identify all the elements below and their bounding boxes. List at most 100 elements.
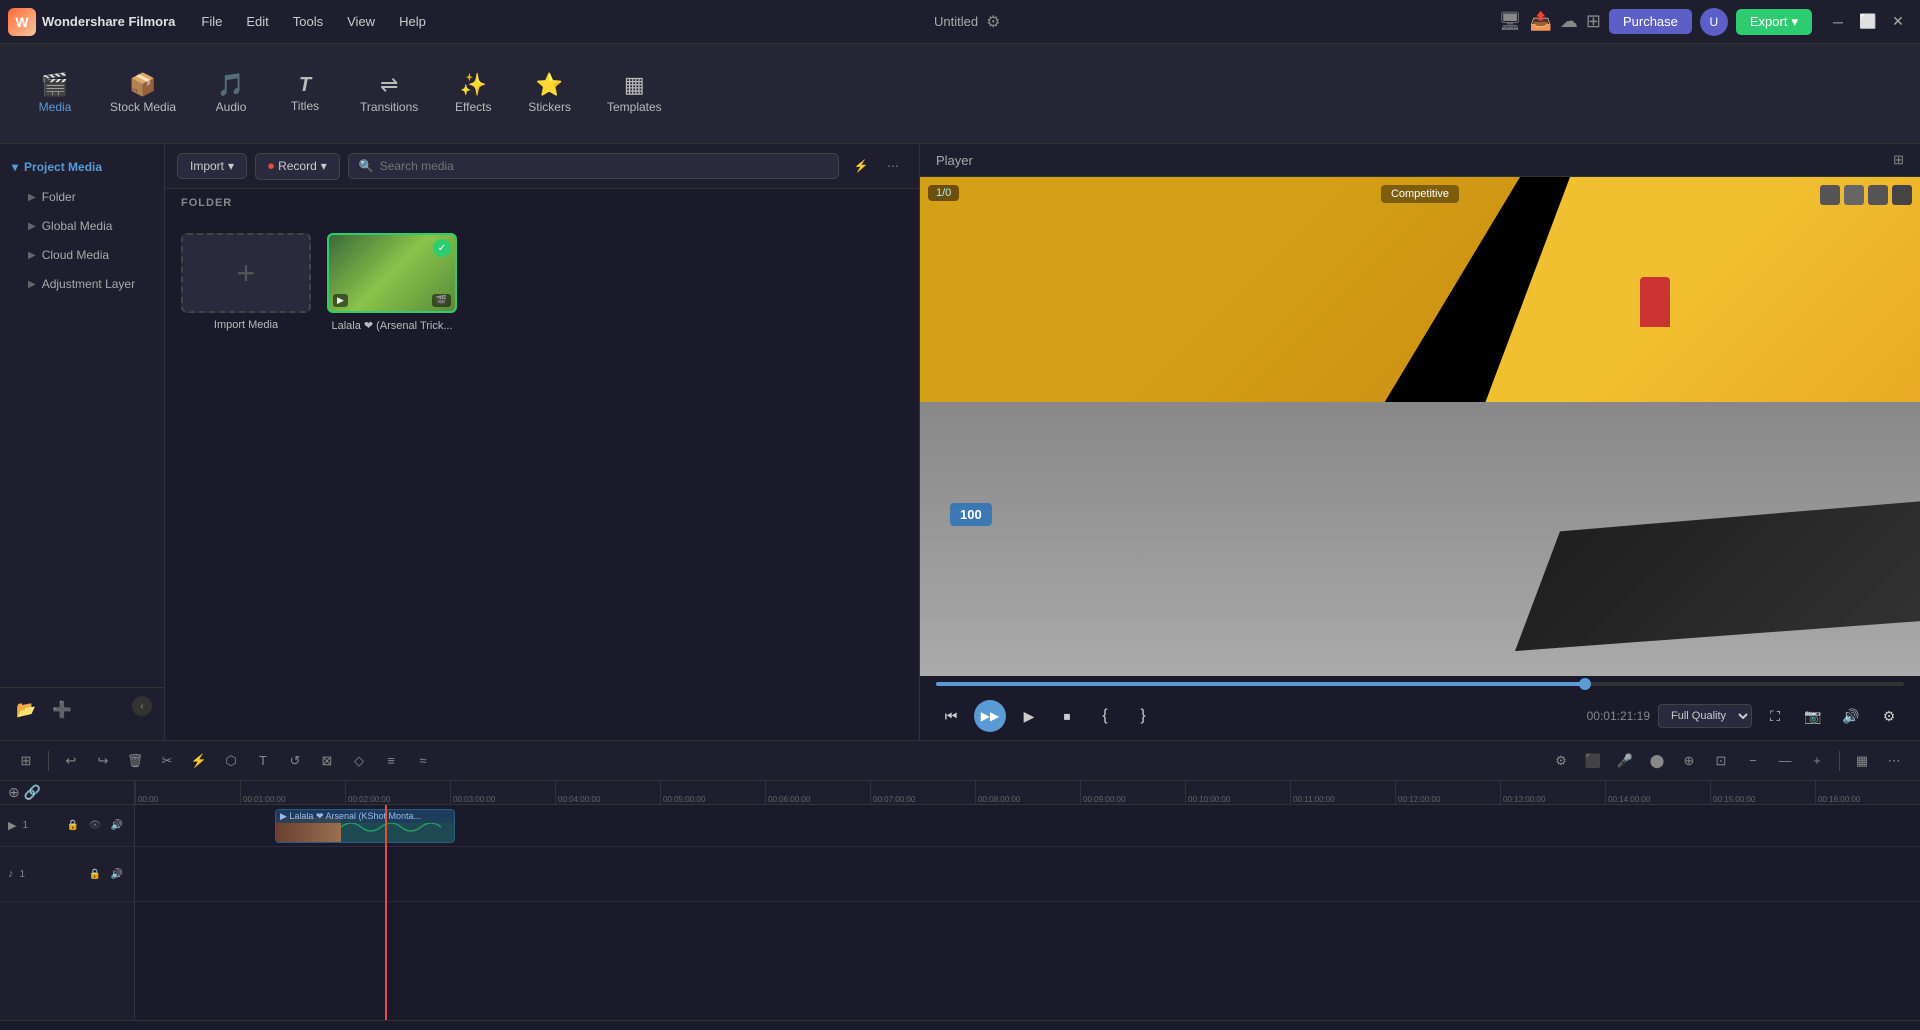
player-scrubber[interactable] — [936, 682, 1904, 686]
import-media-card[interactable]: + Import Media — [181, 233, 311, 332]
volume-button[interactable]: 🔊 — [1836, 701, 1866, 731]
menu-file[interactable]: File — [191, 10, 232, 33]
fullscreen-button[interactable]: ⛶ — [1760, 701, 1790, 731]
cut-button[interactable]: ✂ — [153, 747, 181, 775]
sidebar-item-folder[interactable]: ▶ Folder — [4, 183, 160, 211]
record-button[interactable]: ⏺ Record ▾ — [255, 153, 340, 180]
toolbar-divider-2 — [1839, 751, 1840, 771]
quality-select[interactable]: Full Quality 1/2 Quality 1/4 Quality — [1658, 704, 1752, 728]
ruler-mark-9: 00:09:00:00 — [1080, 781, 1185, 804]
player-panel: Player ⊞ 100 Competitive — [920, 144, 1920, 740]
toolbar-item-stock-media[interactable]: 📦 Stock Media — [94, 66, 192, 122]
color-button[interactable]: ≡ — [377, 747, 405, 775]
grid-icon[interactable]: ⊞ — [1586, 11, 1601, 32]
undo-button[interactable]: ↩ — [57, 747, 85, 775]
share-icon[interactable]: 📤 — [1529, 11, 1551, 32]
toolbar-item-stickers[interactable]: ⭐ Stickers — [512, 66, 587, 122]
menu-help[interactable]: Help — [389, 10, 436, 33]
play-pause-button[interactable]: ▶▶ — [974, 700, 1006, 732]
sidebar-item-adjustment-layer[interactable]: ▶ Adjustment Layer — [4, 270, 160, 298]
audio-track-number: 1 — [20, 869, 26, 880]
stop-button[interactable]: ⏹ — [1052, 701, 1082, 731]
track-1-eye-button[interactable]: 👁 — [86, 817, 104, 835]
sidebar-item-cloud-media[interactable]: ▶ Cloud Media — [4, 241, 160, 269]
player-timeline[interactable] — [920, 676, 1920, 692]
export-button[interactable]: Export ▾ — [1736, 9, 1812, 35]
minimize-button[interactable]: ─ — [1824, 8, 1852, 36]
crop-button[interactable]: ⬡ — [217, 747, 245, 775]
zoom-in-button[interactable]: + — [1803, 747, 1831, 775]
keyframe-button[interactable]: ≈ — [409, 747, 437, 775]
new-folder-button[interactable]: ➕ — [48, 696, 76, 724]
collapse-sidebar-button[interactable]: ‹ — [132, 696, 152, 716]
screenshot-button[interactable]: 📷 — [1798, 701, 1828, 731]
sidebar-header-project-media[interactable]: ▾ Project Media — [0, 152, 164, 182]
ruler-mark-16: 00:16:00:00 — [1815, 781, 1920, 804]
video-game-content: 100 Competitive 1/0 — [920, 177, 1920, 676]
monitor-icon[interactable]: 🖥 — [1499, 11, 1522, 32]
cloud-media-chevron-icon: ▶ — [28, 250, 36, 261]
sync-button[interactable]: ⬤ — [1643, 747, 1671, 775]
audio-track-1-row — [135, 847, 1920, 902]
audio-track-mute-button[interactable]: 🔊 — [108, 865, 126, 883]
ripple-button[interactable]: ⚡ — [185, 747, 213, 775]
toolbar-item-titles[interactable]: T Titles — [270, 67, 340, 121]
templates-icon: ▦ — [624, 74, 645, 96]
toolbar-item-media[interactable]: 🎬 Media — [20, 66, 90, 122]
timeline-scrollbar[interactable] — [0, 1020, 1920, 1030]
maximize-button[interactable]: ⬜ — [1854, 8, 1882, 36]
split-button[interactable]: ⊕ — [1675, 747, 1703, 775]
add-folder-button[interactable]: 📂 — [12, 696, 40, 724]
menu-edit[interactable]: Edit — [236, 10, 278, 33]
transform-button[interactable]: ⊠ — [313, 747, 341, 775]
video-card-1-label: Lalala ❤ (Arsenal Trick... — [331, 319, 452, 332]
player-expand-icon[interactable]: ⊞ — [1893, 152, 1904, 168]
video-duration-badge: 🎬 — [432, 294, 451, 307]
settings-button[interactable]: ⚙ — [1874, 701, 1904, 731]
redo-button[interactable]: ↪ — [89, 747, 117, 775]
marker-button[interactable]: ⬛ — [1579, 747, 1607, 775]
video-clip-1[interactable]: ▶ Lalala ❤ Arsenal (KShot Monta... — [275, 809, 455, 843]
more-options-button[interactable]: ⋯ — [879, 152, 907, 180]
text-button[interactable]: T — [249, 747, 277, 775]
more-button[interactable]: ⋯ — [1880, 747, 1908, 775]
stickers-icon: ⭐ — [536, 74, 563, 96]
zoom-dash-button[interactable]: — — [1771, 747, 1799, 775]
timeline-link-button[interactable]: 🔗 — [24, 784, 41, 801]
subtitle-button[interactable]: ⊡ — [1707, 747, 1735, 775]
video-card-1[interactable]: ▶ ✓ 🎬 Lalala ❤ (Arsenal Trick... — [327, 233, 457, 332]
content-area: Import ▾ ⏺ Record ▾ 🔍 ⚡ ⋯ FOLDER — [165, 144, 1920, 740]
search-input[interactable] — [380, 159, 828, 173]
sidebar-footer: 📂 ➕ ‹ — [0, 687, 164, 732]
timeline-grid-button[interactable]: ⊞ — [12, 747, 40, 775]
zoom-out-button[interactable]: − — [1739, 747, 1767, 775]
filter-button[interactable]: ⚡ — [847, 152, 875, 180]
download-icon[interactable]: ☁ — [1560, 11, 1578, 32]
mask-button[interactable]: ◇ — [345, 747, 373, 775]
delete-button[interactable]: 🗑 — [121, 747, 149, 775]
close-button[interactable]: ✕ — [1884, 8, 1912, 36]
layout-button[interactable]: ▦ — [1848, 747, 1876, 775]
player-timestamp: 00:01:21:19 — [1570, 709, 1650, 723]
add-to-timeline-button[interactable]: ⊕ — [8, 784, 20, 801]
toolbar-item-transitions[interactable]: ⇌ Transitions — [344, 66, 434, 122]
play-forward-button[interactable]: ▶ — [1014, 701, 1044, 731]
import-button[interactable]: Import ▾ — [177, 153, 247, 179]
sidebar-item-global-media[interactable]: ▶ Global Media — [4, 212, 160, 240]
bracket-right-icon[interactable]: } — [1128, 701, 1158, 731]
menu-tools[interactable]: Tools — [283, 10, 333, 33]
snap-button[interactable]: ⚙ — [1547, 747, 1575, 775]
purchase-button[interactable]: Purchase — [1609, 9, 1692, 34]
bracket-left-icon[interactable]: { — [1090, 701, 1120, 731]
track-1-lock-button[interactable]: 🔒 — [64, 817, 82, 835]
track-1-mute-button[interactable]: 🔊 — [108, 817, 126, 835]
audio-track-lock-button[interactable]: 🔒 — [86, 865, 104, 883]
toolbar-item-templates[interactable]: ▦ Templates — [591, 66, 678, 122]
speed-button[interactable]: ↺ — [281, 747, 309, 775]
toolbar-item-audio[interactable]: 🎵 Audio — [196, 66, 266, 122]
skip-back-button[interactable]: ⏮ — [936, 701, 966, 731]
toolbar-item-effects[interactable]: ✨ Effects — [438, 66, 508, 122]
voiceover-button[interactable]: 🎤 — [1611, 747, 1639, 775]
user-avatar[interactable]: U — [1700, 8, 1728, 36]
menu-view[interactable]: View — [337, 10, 385, 33]
